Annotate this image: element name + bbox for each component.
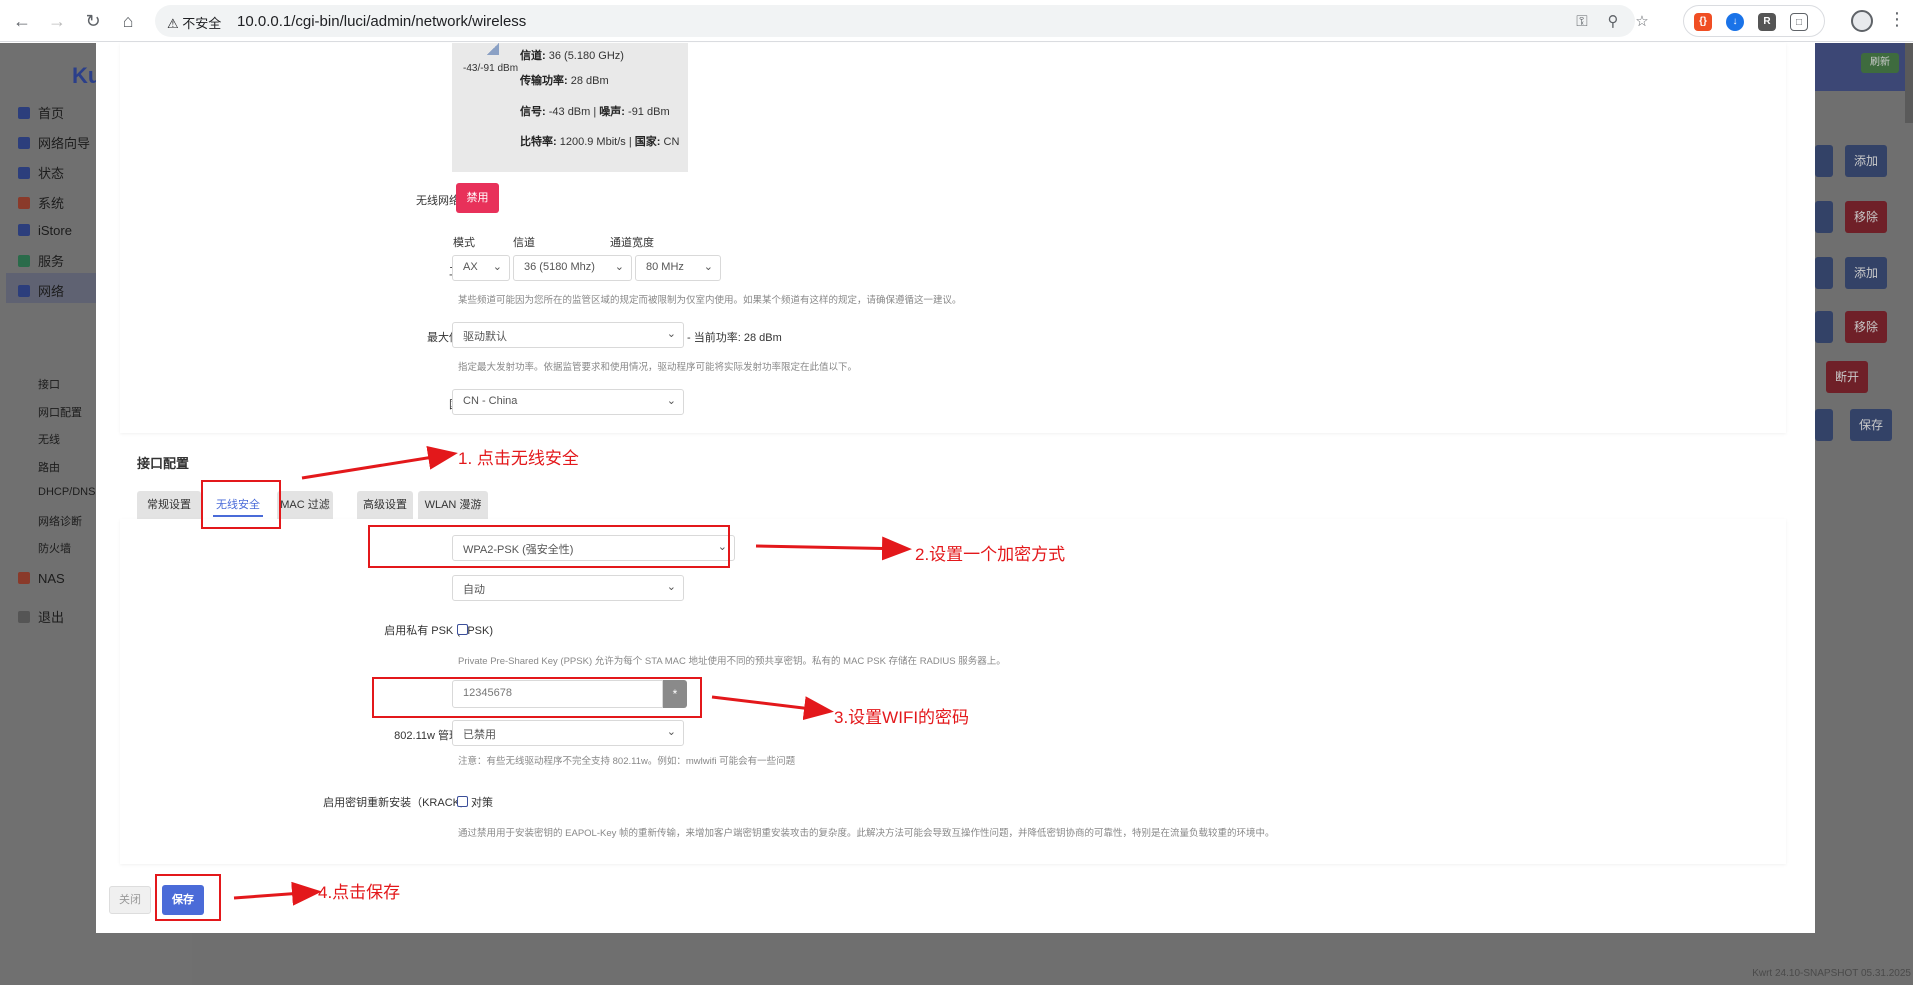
arrow-2 bbox=[755, 536, 912, 561]
arrow-1 bbox=[301, 445, 458, 480]
annotation-step2: 2.设置一个加密方式 bbox=[915, 545, 1066, 564]
arrow-4 bbox=[233, 881, 322, 906]
annotation-step3: 3.设置WIFI的密码 bbox=[834, 708, 970, 727]
annotation-arrows bbox=[233, 445, 912, 906]
arrow-3 bbox=[711, 695, 834, 721]
annotation-step1: 1. 点击无线安全 bbox=[458, 449, 579, 468]
annotation-step4: 4.点击保存 bbox=[318, 883, 401, 902]
